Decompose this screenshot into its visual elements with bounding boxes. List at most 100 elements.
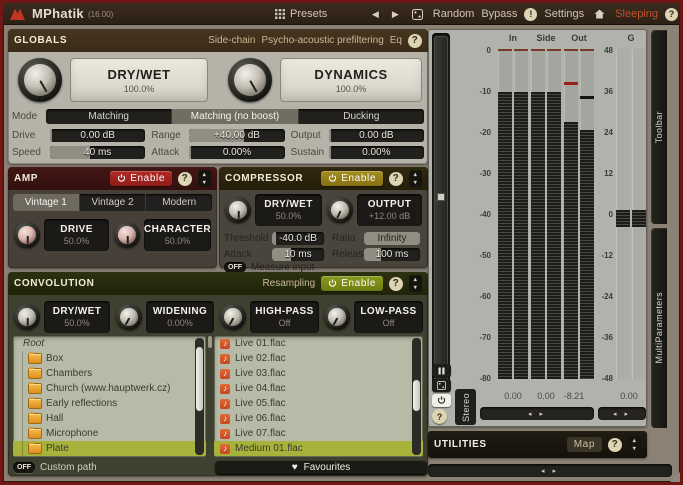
utilities-hscrollbar[interactable]: ◂ ▸ [428, 464, 672, 477]
amp-tab-modern[interactable]: Modern [146, 194, 212, 211]
resampling-button[interactable]: Resampling [262, 278, 315, 289]
ir-file-live-02-flac[interactable]: ♪Live 02.flac [214, 351, 423, 366]
home-icon[interactable] [591, 7, 608, 21]
compressor-help-icon[interactable]: ? [389, 172, 403, 186]
drywet-knob[interactable] [18, 58, 62, 102]
comp-output-display[interactable]: OUTPUT+12.00 dB [357, 194, 422, 226]
comp-drywet-display[interactable]: DRY/WET50.0% [255, 194, 322, 226]
conv-highpass-display[interactable]: HIGH-PASSOff [250, 301, 319, 333]
help-icon[interactable]: ? [665, 8, 678, 21]
ir-file-live-06-flac[interactable]: ♪Live 06.flac [214, 411, 423, 426]
eq-button[interactable]: Eq [390, 35, 402, 46]
speed-field[interactable]: 40 ms [50, 146, 145, 159]
release-field[interactable]: 100 ms [364, 248, 420, 261]
conv-drywet-display[interactable]: DRY/WET50.0% [44, 301, 110, 333]
conv-highpass-knob[interactable] [220, 304, 246, 330]
conv-widening-display[interactable]: WIDENING0.00% [146, 301, 214, 333]
ir-file-live-03-flac[interactable]: ♪Live 03.flac [214, 366, 423, 381]
compressor-enable-button[interactable]: Enable [321, 171, 383, 186]
amp-tab-vintage1[interactable]: Vintage 1 [13, 194, 80, 211]
mode-matching[interactable]: Matching [46, 109, 172, 124]
multiparameters-side-tab[interactable]: MultiParameters [651, 228, 667, 428]
toolbar-side-tab[interactable]: Toolbar [651, 30, 667, 224]
amp-character-knob[interactable] [114, 222, 140, 248]
meter-power-button[interactable] [432, 394, 451, 407]
tree-scrollbar[interactable] [195, 338, 204, 455]
utilities-collapse-button[interactable]: ▴▾ [628, 436, 641, 453]
tree-folder-microphone[interactable]: Microphone [13, 426, 206, 441]
meter-help-icon[interactable]: ? [432, 409, 447, 424]
mode-ducking[interactable]: Ducking [299, 109, 424, 124]
preset-prev-button[interactable]: ◀ [369, 7, 382, 22]
ir-file-medium-01-flac[interactable]: ♪Medium 01.flac [214, 441, 423, 456]
convolution-enable-button[interactable]: Enable [321, 276, 383, 291]
utilities-help-icon[interactable]: ? [608, 438, 622, 452]
status-sleeping[interactable]: Sleeping [615, 8, 658, 20]
tree-folder-early-reflections[interactable]: Early reflections [13, 396, 206, 411]
comp-drywet-knob[interactable] [225, 197, 251, 223]
presets-button[interactable]: Presets [275, 3, 327, 25]
conv-drywet-knob[interactable] [14, 304, 40, 330]
ir-file-live-01-flac[interactable]: ♪Live 01.flac [214, 336, 423, 351]
threshold-field[interactable]: -40.0 dB [272, 232, 324, 245]
settings-button[interactable]: Settings [544, 8, 584, 20]
amp-enable-button[interactable]: Enable [110, 171, 172, 186]
tree-folder-chambers[interactable]: Chambers [13, 366, 206, 381]
drywet-display[interactable]: DRY/WET 100.0% [70, 58, 208, 102]
bypass-button[interactable]: Bypass [481, 8, 517, 20]
preset-next-button[interactable]: ▶ [389, 7, 402, 22]
amp-collapse-button[interactable]: ▴▾ [198, 170, 211, 187]
channel-mode-button[interactable] [432, 379, 451, 392]
psychoacoustic-button[interactable]: Psycho-acoustic prefiltering [261, 35, 383, 46]
convolution-help-icon[interactable]: ? [389, 277, 403, 291]
mode-matching-no-boost[interactable]: Matching (no boost) [172, 109, 298, 124]
file-scrollbar[interactable] [412, 338, 421, 455]
gain-hscrollbar[interactable]: ◂ ▸ [598, 407, 646, 420]
measure-input-toggle[interactable]: OFF [224, 262, 246, 273]
sidechain-button[interactable]: Side-chain [208, 35, 255, 46]
convolution-collapse-button[interactable]: ▴▾ [409, 275, 422, 292]
sustain-field[interactable]: 0.00% [329, 146, 424, 159]
dynamics-knob[interactable] [228, 58, 272, 102]
compressor-collapse-button[interactable]: ▴▾ [409, 170, 422, 187]
conv-widening-knob[interactable] [116, 304, 142, 330]
list-splitter[interactable] [206, 336, 214, 457]
melda-logo-icon[interactable] [9, 7, 26, 21]
amp-help-icon[interactable]: ? [178, 172, 192, 186]
custom-path-toggle[interactable]: OFF [13, 462, 35, 473]
drive-field[interactable]: 0.00 dB [50, 129, 145, 142]
tree-folder-church-www-hauptwerk-cz-[interactable]: Church (www.hauptwerk.cz) [13, 381, 206, 396]
globals-knob-row: DRY/WET 100.0% DYNAMICS 100.0% [8, 56, 428, 104]
amp-tab-vintage2[interactable]: Vintage 2 [80, 194, 147, 211]
output-field[interactable]: 0.00 dB [329, 129, 424, 142]
random-dice-icon[interactable] [409, 7, 426, 22]
meter-hscrollbar[interactable]: ◂ ▸ [480, 407, 594, 420]
random-button[interactable]: Random [433, 8, 475, 20]
tree-folder-hall[interactable]: Hall [13, 411, 206, 426]
globals-help-icon[interactable]: ? [408, 34, 422, 48]
conv-lowpass-knob[interactable] [324, 304, 350, 330]
ir-file-label: Live 03.flac [235, 368, 286, 379]
ir-file-live-05-flac[interactable]: ♪Live 05.flac [214, 396, 423, 411]
tree-root[interactable]: Root [13, 336, 206, 351]
limiter-info-icon[interactable]: ! [524, 8, 537, 21]
amp-drive-display[interactable]: DRIVE50.0% [44, 219, 109, 251]
ratio-field[interactable]: Infinity [364, 232, 420, 245]
range-field[interactable]: +40.00 dB [189, 129, 284, 142]
tree-folder-plate[interactable]: Plate [13, 441, 206, 456]
dynamics-display[interactable]: DYNAMICS 100.0% [280, 58, 422, 102]
favourites-button[interactable]: ♥ Favourites [215, 460, 427, 474]
conv-lowpass-display[interactable]: LOW-PASSOff [354, 301, 423, 333]
resize-grip[interactable] [670, 472, 680, 482]
comp-attack-field[interactable]: 10 ms [272, 248, 324, 261]
amp-character-display[interactable]: CHARACTER50.0% [144, 219, 211, 251]
tree-folder-box[interactable]: Box [13, 351, 206, 366]
amp-drive-knob[interactable] [14, 222, 40, 248]
comp-output-knob[interactable] [327, 197, 353, 223]
map-button[interactable]: Map [567, 437, 602, 452]
stereo-button[interactable]: Stereo [455, 389, 476, 425]
ir-file-live-04-flac[interactable]: ♪Live 04.flac [214, 381, 423, 396]
pause-button[interactable] [432, 364, 451, 377]
attack-field[interactable]: 0.00% [189, 146, 284, 159]
ir-file-live-07-flac[interactable]: ♪Live 07.flac [214, 426, 423, 441]
